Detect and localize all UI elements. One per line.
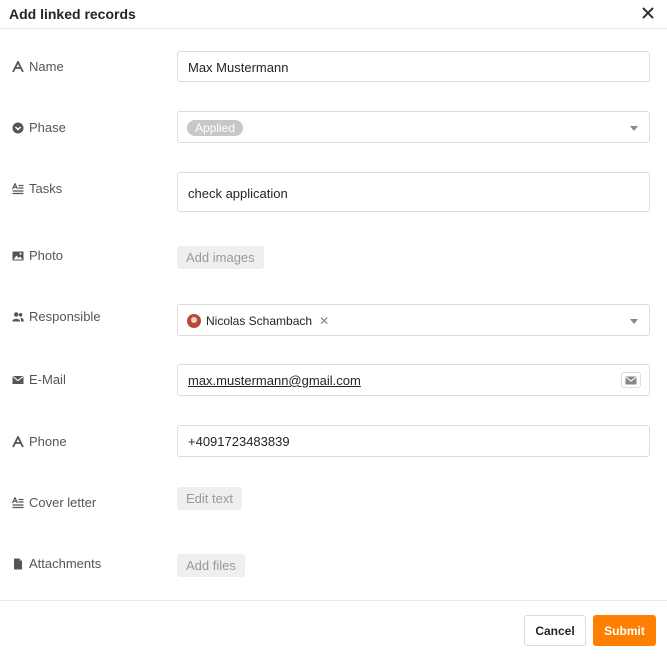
name-input[interactable]: Max Mustermann bbox=[177, 51, 650, 82]
close-icon[interactable] bbox=[640, 5, 656, 21]
tasks-value: check application bbox=[188, 186, 288, 201]
field-label-responsible: Responsible bbox=[12, 309, 101, 324]
phone-label: Phone bbox=[29, 434, 67, 449]
field-label-attachments: Attachments bbox=[12, 556, 101, 571]
long-text-icon bbox=[12, 496, 24, 509]
add-images-button[interactable]: Add images bbox=[177, 246, 264, 269]
text-icon bbox=[12, 435, 24, 448]
submit-button[interactable]: Submit bbox=[593, 615, 656, 646]
field-label-photo: Photo bbox=[12, 248, 63, 263]
field-label-tasks: Tasks bbox=[12, 181, 62, 196]
users-icon bbox=[12, 311, 24, 323]
add-files-button[interactable]: Add files bbox=[177, 554, 245, 577]
phase-select[interactable]: Applied bbox=[177, 111, 650, 143]
field-label-cover-letter: Cover letter bbox=[12, 495, 96, 510]
name-label: Name bbox=[29, 59, 64, 74]
collaborator-chip: Nicolas Schambach ✕ bbox=[187, 312, 329, 330]
phone-input[interactable]: +4091723483839 bbox=[177, 425, 650, 457]
phase-option-pill: Applied bbox=[187, 120, 244, 136]
email-label: E-Mail bbox=[29, 372, 66, 387]
dialog-title: Add linked records bbox=[9, 6, 136, 22]
edit-text-button[interactable]: Edit text bbox=[177, 487, 242, 510]
field-label-email: E-Mail bbox=[12, 372, 66, 387]
name-value: Max Mustermann bbox=[188, 60, 289, 75]
phase-label: Phase bbox=[29, 120, 66, 135]
field-label-phone: Phone bbox=[12, 434, 67, 449]
long-text-icon bbox=[12, 182, 24, 195]
remove-collaborator-icon[interactable]: ✕ bbox=[319, 314, 329, 328]
attachments-label: Attachments bbox=[29, 556, 102, 571]
responsible-label: Responsible bbox=[29, 309, 101, 324]
collaborator-name: Nicolas Schambach bbox=[206, 314, 313, 328]
cover-letter-label: Cover letter bbox=[29, 495, 97, 510]
mail-icon bbox=[625, 376, 637, 384]
email-value[interactable]: max.mustermann@gmail.com bbox=[188, 373, 361, 388]
tasks-textarea[interactable]: check application bbox=[177, 172, 650, 212]
avatar bbox=[187, 314, 201, 328]
email-field[interactable]: max.mustermann@gmail.com bbox=[177, 364, 650, 396]
dialog-header: Add linked records bbox=[0, 0, 667, 29]
single-select-icon bbox=[12, 122, 24, 134]
chevron-down-icon[interactable] bbox=[630, 126, 638, 131]
field-label-phase: Phase bbox=[12, 120, 66, 135]
photo-label: Photo bbox=[29, 248, 63, 263]
mail-icon bbox=[12, 374, 24, 386]
field-label-name: Name bbox=[12, 59, 64, 74]
phone-value: +4091723483839 bbox=[188, 434, 290, 449]
send-mail-button[interactable] bbox=[621, 372, 641, 388]
text-icon bbox=[12, 60, 24, 73]
responsible-select[interactable]: Nicolas Schambach ✕ bbox=[177, 304, 650, 336]
chevron-down-icon[interactable] bbox=[630, 319, 638, 324]
file-icon bbox=[12, 558, 24, 570]
cancel-button[interactable]: Cancel bbox=[524, 615, 586, 646]
tasks-label: Tasks bbox=[29, 181, 63, 196]
image-icon bbox=[12, 250, 24, 262]
